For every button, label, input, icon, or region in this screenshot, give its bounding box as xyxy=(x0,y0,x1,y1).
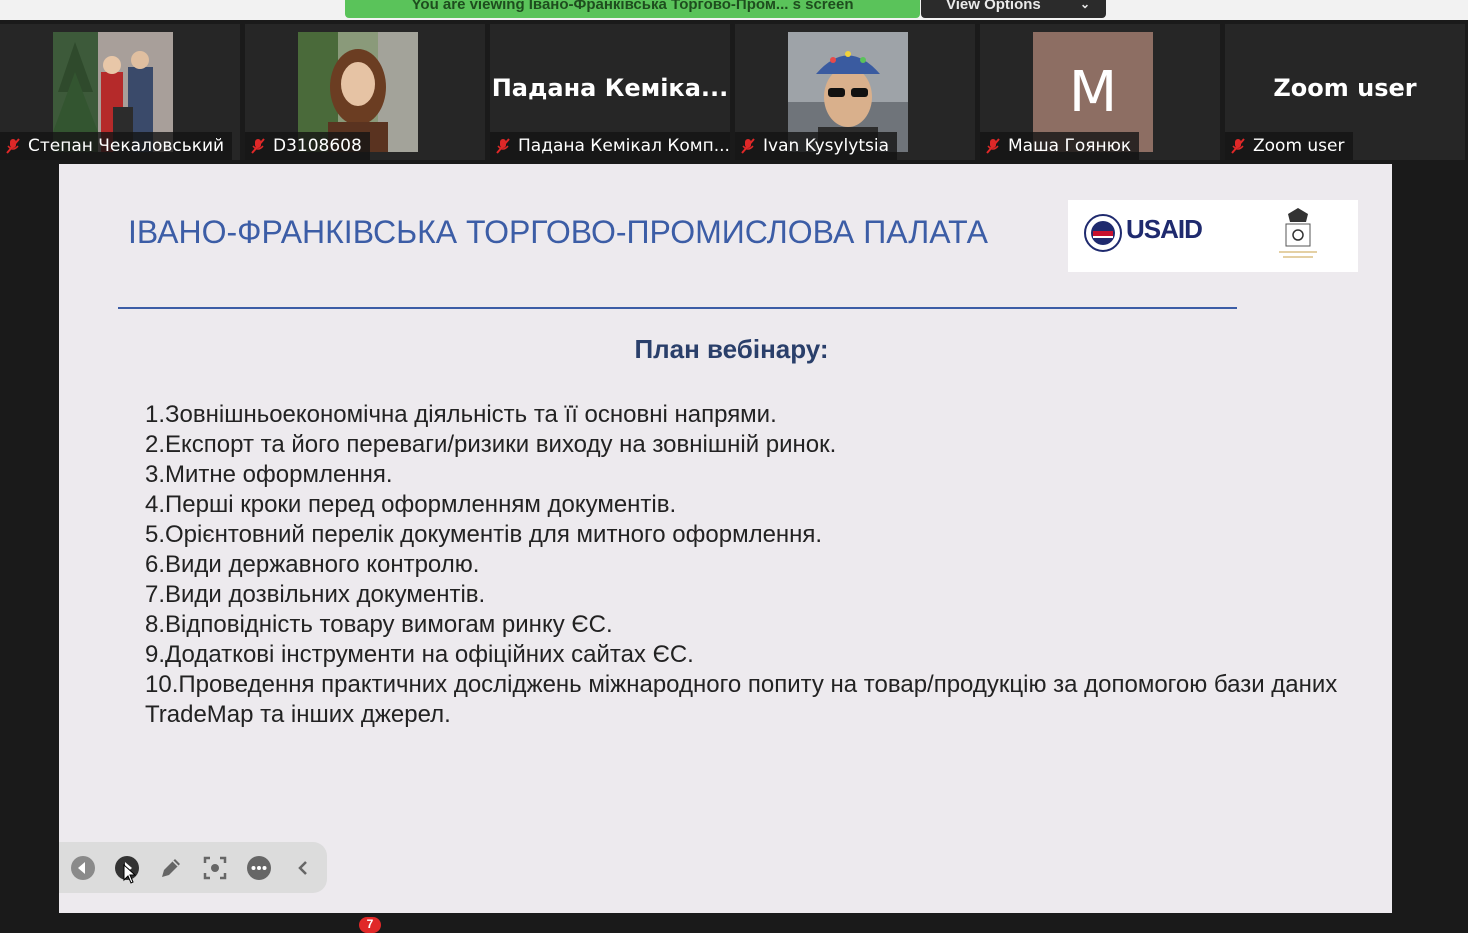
participant-name: Степан Чекаловський xyxy=(28,136,225,156)
mouse-cursor-icon xyxy=(123,864,137,884)
agenda-heading: План вебінару: xyxy=(634,334,829,364)
agenda-item: 6.Види державного контролю. xyxy=(145,551,480,578)
agenda-item: 7.Види дозвільних документів. xyxy=(145,581,486,608)
agenda-item: 4.Перші кроки перед оформленням документ… xyxy=(145,491,677,518)
participant-tile[interactable]: M Маша Гоянюк xyxy=(980,24,1220,160)
logo-panel: USAID xyxy=(1068,200,1358,272)
agenda-item: 8.Відповідність товару вимогам ринку ЄС. xyxy=(145,611,613,638)
participant-name: Ivan Kysylytsia xyxy=(763,136,890,156)
participant-gallery: Степан Чекаловський D3108608 Падана Кемі… xyxy=(0,24,1468,160)
participant-name-bar: Падана Кемікал Комп... xyxy=(490,132,730,160)
more-icon[interactable] xyxy=(246,855,272,881)
mic-muted-icon xyxy=(496,138,510,154)
meeting-controls-bar xyxy=(0,913,1468,929)
previous-icon[interactable] xyxy=(70,855,96,881)
agenda-item: 5.Орієнтовний перелік документів для мит… xyxy=(145,521,823,548)
participant-name-bar: Ivan Kysylytsia xyxy=(735,132,898,160)
spotlight-icon[interactable] xyxy=(202,855,228,881)
agenda-item: 9.Додаткові інструменти на офіційних сай… xyxy=(145,641,694,668)
mic-muted-icon xyxy=(1231,138,1245,154)
title-divider xyxy=(118,307,1237,309)
shared-slide: ІВАНО-ФРАНКІВСЬКА ТОРГОВО-ПРОМИСЛОВА ПАЛ… xyxy=(59,164,1392,913)
chevron-down-icon: ⌄ xyxy=(1079,0,1090,11)
chat-unread-badge[interactable]: 7 xyxy=(359,917,381,933)
participant-name: Падана Кемікал Комп... xyxy=(518,136,730,156)
mic-muted-icon xyxy=(741,138,755,154)
participant-tile[interactable]: Zoom user Zoom user xyxy=(1225,24,1465,160)
agenda-list: 1.Зовнішньоекономічна діяльність та її о… xyxy=(145,400,1345,730)
participant-tile[interactable]: D3108608 xyxy=(245,24,485,160)
participant-name-bar: D3108608 xyxy=(245,132,370,160)
pen-icon[interactable] xyxy=(158,855,184,881)
collapse-icon[interactable] xyxy=(290,855,316,881)
participant-name: D3108608 xyxy=(273,136,362,156)
agenda-item: 3.Митне оформлення. xyxy=(145,461,393,488)
participant-name: Маша Гоянюк xyxy=(1008,136,1132,156)
participant-tile[interactable]: Степан Чекаловський xyxy=(0,24,240,160)
view-options-label: View Options xyxy=(946,0,1041,13)
usaid-seal-icon xyxy=(1084,214,1122,252)
participant-tile[interactable]: Ivan Kysylytsia xyxy=(735,24,975,160)
chamber-emblem-icon xyxy=(1279,208,1317,258)
participant-display-name: Zoom user xyxy=(1273,74,1417,102)
slide-annotation-toolbar xyxy=(59,842,327,893)
agenda-item: 10.Проведення практичних досліджень міжн… xyxy=(145,671,1338,728)
participant-name-bar: Маша Гоянюк xyxy=(980,132,1140,160)
usaid-logo-text: USAID xyxy=(1126,214,1203,244)
agenda-item: 2.Експорт та його переваги/ризики виходу… xyxy=(145,431,837,458)
participant-tile[interactable]: Падана Кеміка... Падана Кемікал Комп... xyxy=(490,24,730,160)
mic-muted-icon xyxy=(986,138,1000,154)
mic-muted-icon xyxy=(251,138,265,154)
screen-share-banner: You are viewing Івано-Франківська Торгов… xyxy=(345,0,920,18)
mic-muted-icon xyxy=(6,138,20,154)
view-options-button[interactable]: View Options ⌄ xyxy=(921,0,1106,18)
participant-display-name: Падана Кеміка... xyxy=(491,74,729,102)
participant-name-bar: Zoom user xyxy=(1225,132,1353,160)
participant-name-bar: Степан Чекаловський xyxy=(0,132,233,160)
slide-title: ІВАНО-ФРАНКІВСЬКА ТОРГОВО-ПРОМИСЛОВА ПАЛ… xyxy=(128,214,988,250)
participant-name: Zoom user xyxy=(1253,136,1345,156)
agenda-item: 1.Зовнішньоекономічна діяльність та її о… xyxy=(145,401,777,428)
